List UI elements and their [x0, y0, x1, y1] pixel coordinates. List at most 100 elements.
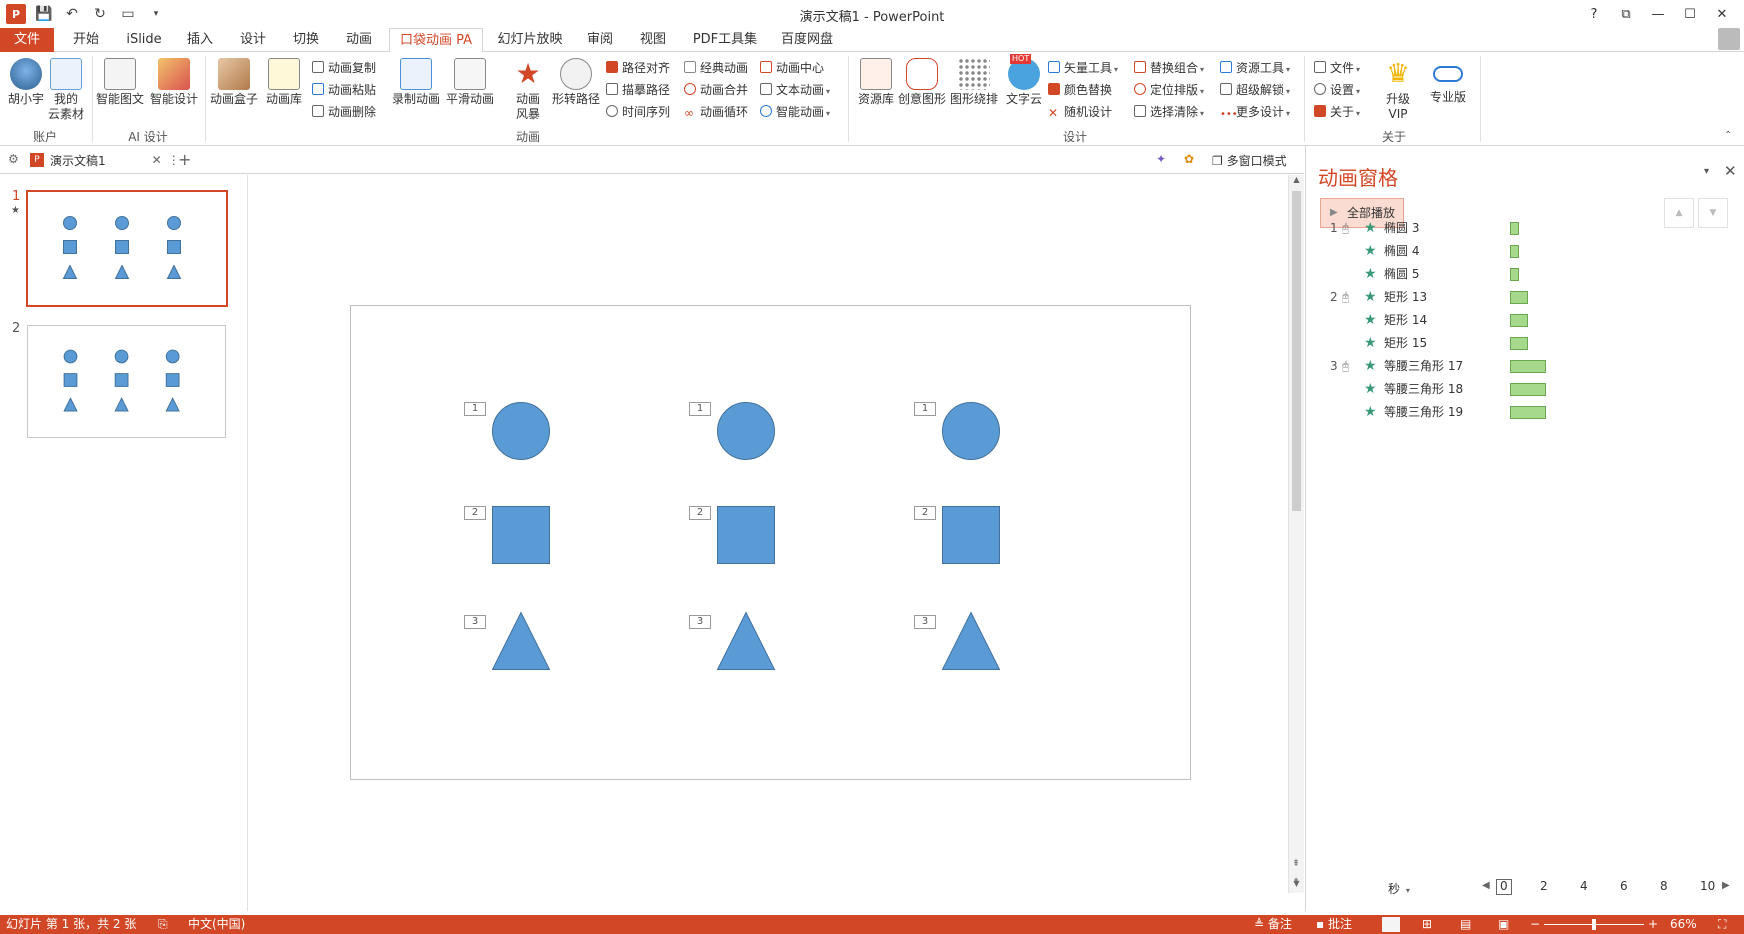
animation-order-tag[interactable]: 1	[689, 402, 711, 416]
zoom-slider[interactable]	[1544, 919, 1644, 930]
upgrade-vip-button[interactable]: ♛ 升级 VIP	[1374, 56, 1422, 124]
animation-item[interactable]: ★ 矩形 15	[1330, 333, 1630, 353]
anim-loop-button[interactable]: ∞ 动画循环	[684, 102, 748, 122]
settings-button[interactable]: 设置 ▾	[1314, 80, 1360, 100]
anim-copy-button[interactable]: 动画复制	[312, 58, 376, 78]
animation-timing-bar[interactable]	[1510, 268, 1519, 281]
replace-group-button[interactable]: 替换组合 ▾	[1134, 58, 1204, 78]
animation-timing-bar[interactable]	[1510, 314, 1528, 327]
slide-sorter-icon[interactable]: ⊞	[1422, 915, 1432, 934]
more-design-button[interactable]: •••更多设计 ▾	[1220, 102, 1290, 122]
multi-window-button[interactable]: ❐ 多窗口模式	[1212, 152, 1287, 169]
zoom-out-icon[interactable]: −	[1530, 915, 1540, 934]
position-layout-button[interactable]: 定位排版 ▾	[1134, 80, 1204, 100]
animation-order-tag[interactable]: 2	[689, 506, 711, 520]
animation-timing-bar[interactable]	[1510, 383, 1546, 396]
scroll-thumb[interactable]	[1292, 191, 1301, 511]
close-icon[interactable]: ✕	[1706, 2, 1738, 26]
vertical-scrollbar[interactable]: ▲ ▼	[1288, 175, 1304, 893]
comments-button[interactable]: ▪ 批注	[1316, 915, 1352, 934]
scroll-up-icon[interactable]: ▲	[1289, 175, 1304, 189]
slide-thumbnail[interactable]	[26, 190, 228, 307]
animation-timing-bar[interactable]	[1510, 291, 1528, 304]
resource-lib-button[interactable]: 资源库	[852, 56, 900, 124]
anim-lib-button[interactable]: 动画库	[260, 56, 308, 124]
animation-order-tag[interactable]: 1	[914, 402, 936, 416]
zoom-level[interactable]: 66%	[1670, 915, 1697, 934]
animation-item[interactable]: 3 🖰 ★ 等腰三角形 17	[1330, 356, 1630, 376]
zoom-slider-thumb[interactable]	[1592, 919, 1596, 930]
animation-item[interactable]: 1 🖰 ★ 椭圆 3	[1330, 218, 1630, 238]
text-anim-button[interactable]: 文本动画 ▾	[760, 80, 830, 100]
notes-button[interactable]: ≜ 备注	[1254, 915, 1292, 934]
next-slide-icon[interactable]: ⇟	[1290, 876, 1302, 888]
close-pane-icon[interactable]: ✕	[1724, 162, 1737, 180]
prev-slide-icon[interactable]: ⇞	[1290, 858, 1302, 870]
pro-version-button[interactable]: 专业版	[1424, 56, 1472, 124]
animation-order-tag[interactable]: 3	[464, 615, 486, 629]
slide-thumbnail[interactable]	[27, 325, 226, 438]
smart-anim-button[interactable]: 智能动画 ▾	[760, 102, 830, 122]
anim-merge-button[interactable]: 动画合并	[684, 80, 748, 100]
resource-tool-button[interactable]: 资源工具 ▾	[1220, 58, 1290, 78]
close-tab-icon[interactable]: ✕	[152, 153, 162, 167]
animation-timing-bar[interactable]	[1510, 245, 1519, 258]
tab-home[interactable]: 开始	[66, 28, 106, 52]
tab-view[interactable]: 视图	[633, 28, 673, 52]
reading-view-icon[interactable]: ▤	[1460, 915, 1471, 934]
smart-design-button[interactable]: 智能设计	[150, 56, 198, 124]
zoom-in-icon[interactable]: +	[1648, 915, 1658, 934]
animation-timing-bar[interactable]	[1510, 337, 1528, 350]
animation-timing-bar[interactable]	[1510, 222, 1519, 235]
file-menu-button[interactable]: 文件 ▾	[1314, 58, 1360, 78]
word-cloud-button[interactable]: HOT 文字云	[1000, 54, 1048, 124]
anim-box-button[interactable]: 动画盒子	[210, 56, 258, 124]
color-replace-button[interactable]: 颜色替换	[1048, 80, 1112, 100]
tab-pdf-tools[interactable]: PDF工具集	[690, 28, 760, 52]
tab-slideshow[interactable]: 幻灯片放映	[495, 28, 565, 52]
shape-to-path-button[interactable]: 形转路径	[550, 56, 602, 124]
tab-animations[interactable]: 动画	[339, 28, 379, 52]
tab-review[interactable]: 审阅	[580, 28, 620, 52]
timeline-scroll-left-icon[interactable]: ◀	[1482, 880, 1490, 891]
anim-paste-button[interactable]: 动画粘贴	[312, 80, 376, 100]
shape-layout-button[interactable]: 图形绕排	[948, 56, 1000, 124]
new-tab-icon[interactable]: +	[178, 150, 191, 169]
language-indicator[interactable]: 中文(中国)	[188, 915, 245, 934]
maximize-icon[interactable]: ☐	[1674, 2, 1706, 26]
tab-menu-icon[interactable]: ⚙	[8, 152, 19, 166]
anim-center-button[interactable]: 动画中心	[760, 58, 824, 78]
move-up-icon[interactable]: ▲	[1664, 198, 1694, 228]
animation-order-tag[interactable]: 2	[464, 506, 486, 520]
my-cloud-button[interactable]: 我的 云素材	[42, 56, 90, 124]
document-tab[interactable]: P 演示文稿1 ✕ ⋮	[30, 149, 180, 171]
normal-view-icon[interactable]	[1382, 917, 1400, 932]
tab-baidu-netdisk[interactable]: 百度网盘	[775, 28, 839, 52]
anim-storm-button[interactable]: ★ 动画 风暴	[504, 56, 552, 124]
animation-order-tag[interactable]: 1	[464, 402, 486, 416]
animation-item[interactable]: ★ 等腰三角形 18	[1330, 379, 1630, 399]
tab-insert[interactable]: 插入	[180, 28, 220, 52]
path-align-button[interactable]: 路径对齐	[606, 58, 670, 78]
fit-slide-icon[interactable]: ⛶	[1718, 915, 1726, 934]
animation-item[interactable]: 2 🖰 ★ 矩形 13	[1330, 287, 1630, 307]
animation-item[interactable]: ★ 矩形 14	[1330, 310, 1630, 330]
timeline-scroll-right-icon[interactable]: ▶	[1722, 880, 1730, 891]
anim-delete-button[interactable]: 动画删除	[312, 102, 376, 122]
animation-item[interactable]: ★ 椭圆 5	[1330, 264, 1630, 284]
animation-item[interactable]: ★ 椭圆 4	[1330, 241, 1630, 261]
about-button[interactable]: 关于 ▾	[1314, 102, 1360, 122]
minimize-icon[interactable]: —	[1642, 2, 1674, 26]
trace-path-button[interactable]: 描摹路径	[606, 80, 670, 100]
slideshow-icon[interactable]: ▣	[1498, 915, 1509, 934]
slide-canvas[interactable]: 1 1 1 2 2 2 3 3 3	[350, 305, 1191, 780]
account-avatar-icon[interactable]	[1718, 28, 1740, 50]
badge-icon[interactable]: ✿	[1184, 152, 1194, 166]
tab-islide[interactable]: iSlide	[122, 28, 166, 52]
timeline-unit-dropdown[interactable]: 秒 ▾	[1388, 880, 1410, 897]
super-unlock-button[interactable]: 超级解锁 ▾	[1220, 80, 1290, 100]
animation-timing-bar[interactable]	[1510, 406, 1546, 419]
help-icon[interactable]: ?	[1578, 2, 1610, 26]
smooth-anim-button[interactable]: 平滑动画	[446, 56, 494, 124]
tab-transitions[interactable]: 切换	[286, 28, 326, 52]
